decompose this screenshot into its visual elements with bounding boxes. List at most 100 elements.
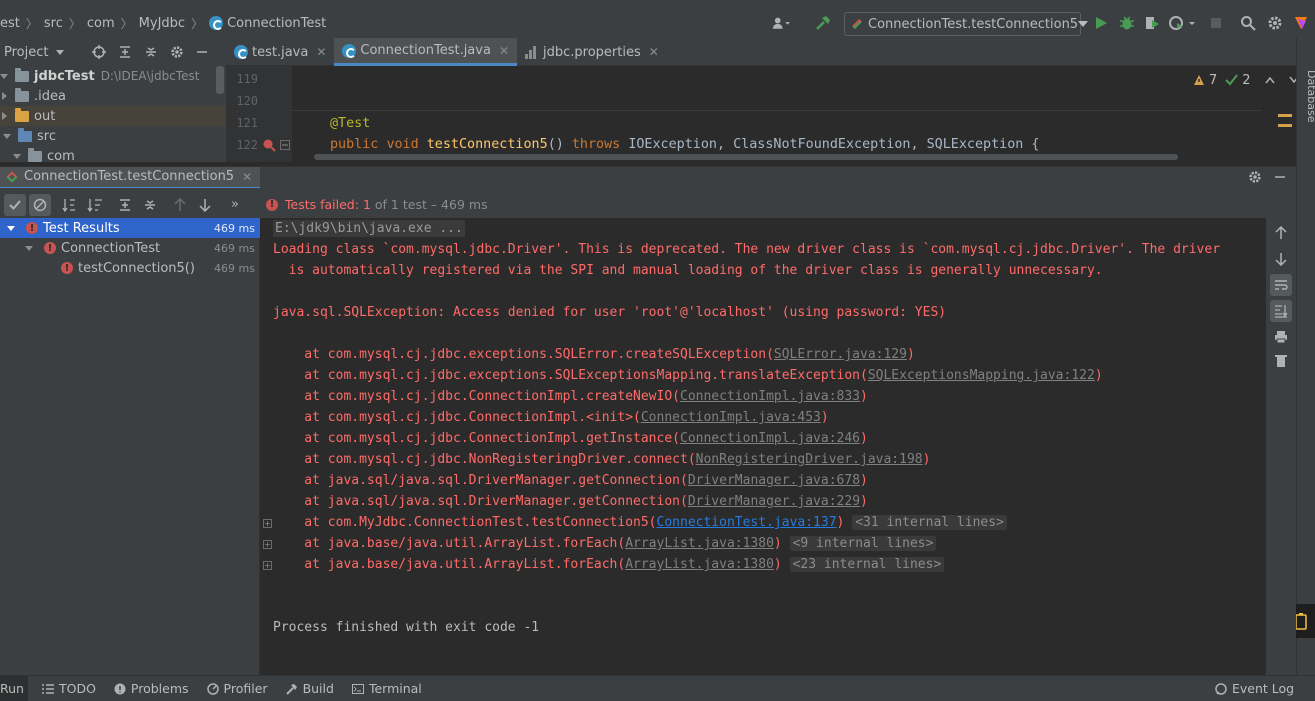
stop-icon[interactable] — [1207, 14, 1225, 32]
expand-fold-icon[interactable]: + — [263, 540, 272, 549]
console-output[interactable]: E:\jdk9\bin\java.exe ... Loading class `… — [260, 218, 1266, 675]
sort-alphabetically-icon[interactable] — [59, 194, 81, 216]
show-ignored-icon[interactable] — [29, 193, 51, 216]
junit-config-icon — [6, 170, 18, 183]
source-link[interactable]: NonRegisteringDriver.java:198 — [696, 452, 923, 467]
fold-marker-icon[interactable] — [280, 140, 290, 150]
profiler-tool-button[interactable]: Profiler — [206, 681, 268, 696]
horizontal-scrollbar[interactable] — [314, 154, 1178, 160]
source-link[interactable]: ConnectionImpl.java:246 — [680, 431, 860, 446]
folded-lines-badge[interactable]: <31 internal lines> — [852, 515, 1007, 530]
gear-icon[interactable] — [170, 45, 184, 59]
sort-by-duration-icon[interactable] — [84, 194, 106, 216]
tree-item-com[interactable]: com — [0, 146, 226, 162]
tab-jdbc-properties[interactable]: jdbc.properties ✕ — [517, 38, 667, 66]
stack-frame: at java.base/java.util.ArrayList.forEach… — [273, 557, 945, 572]
project-view-selector[interactable]: Project — [4, 45, 48, 60]
expand-fold-icon[interactable]: + — [263, 561, 272, 570]
source-link[interactable]: ArrayList.java:1380 — [625, 557, 774, 572]
collapse-all-icon[interactable] — [139, 194, 161, 216]
breadcrumb-connectiontest[interactable]: ConnectionTest — [209, 16, 326, 31]
scroll-to-end-icon[interactable] — [1270, 300, 1292, 322]
build-tool-button[interactable]: Build — [285, 681, 334, 696]
source-link[interactable]: DriverManager.java:229 — [688, 494, 860, 509]
close-icon[interactable]: ✕ — [242, 170, 252, 184]
run-with-coverage-icon[interactable] — [1143, 14, 1161, 32]
test-tree-item-class[interactable]: ! ConnectionTest 469 ms — [0, 238, 260, 258]
chevron-up-icon[interactable] — [1264, 76, 1275, 84]
terminal-tool-button[interactable]: Terminal — [351, 681, 422, 696]
tree-item-out[interactable]: out — [0, 106, 226, 126]
test-tree-item-results[interactable]: ! Test Results 469 ms — [0, 218, 260, 238]
print-icon[interactable] — [1270, 326, 1292, 348]
source-link[interactable]: SQLError.java:129 — [774, 347, 907, 362]
next-failed-arrow-down-icon[interactable] — [194, 194, 216, 216]
source-link[interactable]: DriverManager.java:678 — [688, 473, 860, 488]
close-icon[interactable]: ✕ — [316, 45, 326, 59]
source-link[interactable]: ConnectionImpl.java:453 — [641, 410, 821, 425]
settings-gear-icon[interactable] — [1266, 14, 1284, 32]
tab-test-java[interactable]: test.java ✕ — [226, 38, 334, 66]
run-tool-button[interactable]: Run — [0, 675, 28, 701]
source-link[interactable]: ConnectionImpl.java:833 — [680, 389, 860, 404]
run-icon[interactable] — [1092, 14, 1110, 32]
expand-all-icon[interactable] — [118, 45, 132, 59]
hide-panel-icon[interactable] — [196, 46, 208, 58]
source-link[interactable]: ArrayList.java:1380 — [625, 536, 774, 551]
tree-item-root[interactable]: jdbcTest D:\IDEA\jdbcTest — [0, 66, 226, 86]
inspection-widget[interactable]: 7 2 — [1193, 72, 1299, 88]
user-icon[interactable] — [772, 14, 790, 32]
warning-stripe-mark[interactable] — [1278, 114, 1292, 117]
database-tool-button[interactable]: Database — [1292, 70, 1315, 123]
breadcrumb-project[interactable]: est — [0, 16, 20, 31]
clear-trash-icon[interactable] — [1270, 350, 1292, 372]
breadcrumb-com[interactable]: com — [87, 16, 115, 31]
console-command-line[interactable]: E:\jdk9\bin\java.exe ... — [273, 220, 465, 237]
search-icon[interactable] — [1239, 14, 1257, 32]
run-configuration-label: ConnectionTest.testConnection5 — [868, 16, 1079, 32]
source-link[interactable]: SQLExceptionsMapping.java:122 — [868, 368, 1095, 383]
expand-all-icon[interactable] — [114, 194, 136, 216]
warning-stripe-mark[interactable] — [1278, 124, 1292, 127]
hide-panel-icon[interactable] — [1274, 171, 1286, 183]
close-icon[interactable]: ✕ — [499, 44, 509, 58]
previous-failed-arrow-up-icon[interactable] — [169, 194, 191, 216]
ide-logo-icon[interactable] — [1291, 14, 1311, 32]
close-icon[interactable]: ✕ — [649, 45, 659, 59]
tree-scrollbar[interactable] — [216, 66, 224, 94]
build-hammer-icon[interactable] — [814, 14, 832, 32]
test-tree-label: Test Results — [43, 220, 120, 236]
event-log-tool-button[interactable]: Event Log — [1215, 681, 1294, 696]
test-failed-gutter-icon[interactable] — [262, 138, 276, 152]
expand-fold-icon[interactable]: + — [263, 519, 272, 528]
locate-target-icon[interactable] — [92, 45, 107, 59]
run-configuration-select[interactable]: ConnectionTest.testConnection5 — [844, 12, 1089, 36]
chevron-right-icon — [2, 112, 7, 120]
folded-lines-badge[interactable]: <23 internal lines> — [789, 557, 945, 572]
line-number: 119 — [236, 72, 258, 86]
code-editor[interactable]: @Test public void testConnection5() thro… — [292, 66, 1296, 162]
collapse-all-icon[interactable] — [144, 45, 158, 59]
test-tree-item-method[interactable]: ! testConnection5() 469 ms — [0, 258, 260, 278]
show-passed-check-icon[interactable] — [4, 193, 26, 216]
breadcrumb-myjdbc[interactable]: MyJdbc — [139, 16, 185, 31]
scroll-up-arrow-icon[interactable] — [1270, 222, 1292, 244]
stack-frame-text: ) — [836, 515, 845, 530]
soft-wrap-icon[interactable] — [1270, 274, 1292, 296]
run-tab-connectiontest[interactable]: ConnectionTest.testConnection5 ✕ — [0, 166, 261, 189]
folded-lines-badge[interactable]: <9 internal lines> — [789, 536, 937, 551]
properties-file-icon — [525, 45, 538, 59]
chevron-down-icon[interactable] — [56, 49, 65, 55]
gear-icon[interactable] — [1248, 170, 1262, 184]
source-link[interactable]: ConnectionTest.java:137 — [657, 515, 837, 530]
profile-icon[interactable] — [1167, 14, 1197, 32]
breadcrumb-src[interactable]: src — [44, 16, 63, 31]
tree-item-idea[interactable]: .idea — [0, 86, 226, 106]
tab-connectiontest-java[interactable]: ConnectionTest.java ✕ — [334, 38, 517, 66]
tree-item-src[interactable]: src — [0, 126, 226, 146]
todo-tool-button[interactable]: TODO — [41, 681, 96, 696]
more-chevrons-icon[interactable]: » — [224, 194, 246, 216]
problems-tool-button[interactable]: Problems — [114, 681, 189, 696]
debug-icon[interactable] — [1118, 14, 1136, 32]
scroll-down-arrow-icon[interactable] — [1270, 248, 1292, 270]
